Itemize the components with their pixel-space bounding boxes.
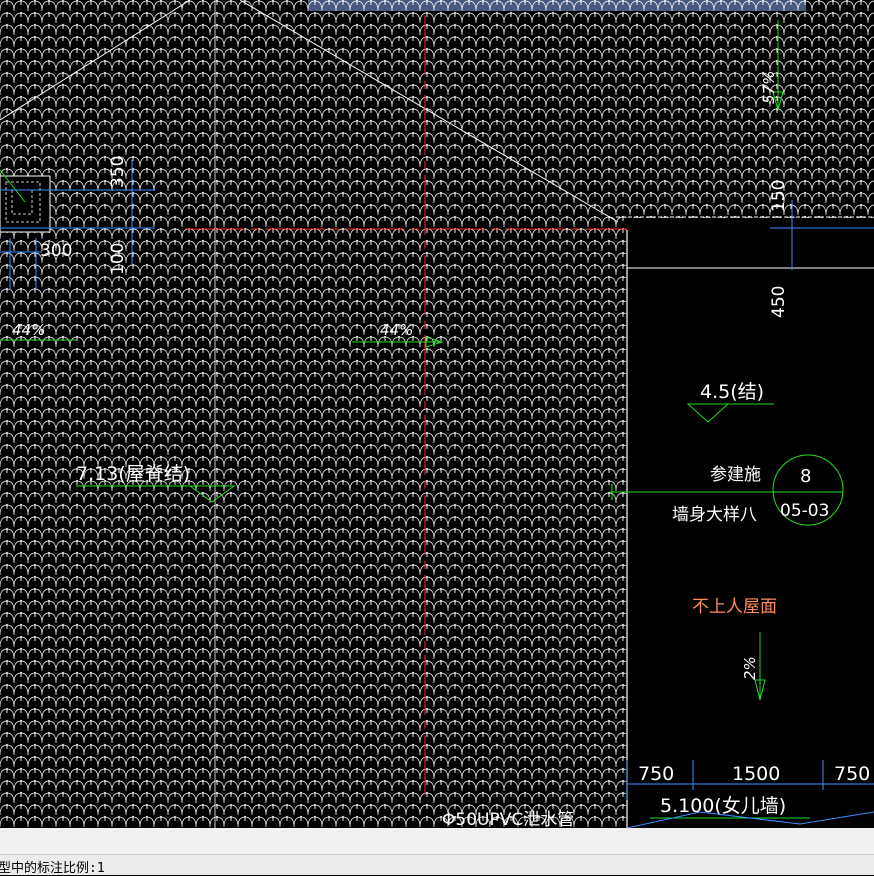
dim-300: 300 bbox=[40, 241, 72, 261]
dim-350: 350 bbox=[108, 156, 128, 188]
slope-left-label: 44% bbox=[12, 321, 45, 339]
slope-mid-label: 44% bbox=[380, 321, 413, 339]
elevation-structure: 4.5(结) bbox=[700, 381, 764, 403]
dim-750-right: 750 bbox=[834, 763, 870, 785]
drain-pipe-label: Φ50UPVC泄水管 bbox=[442, 810, 574, 828]
slope-flat-label: 2% bbox=[741, 656, 759, 680]
detail-ref-line1: 参建施 bbox=[710, 465, 761, 485]
column-outer bbox=[0, 175, 51, 233]
detail-sheet: 05-03 bbox=[780, 501, 829, 521]
command-status-bar[interactable] bbox=[0, 828, 874, 875]
command-line-text: 型中的标注比例:1 bbox=[0, 861, 105, 876]
detail-ref-line2: 墙身大样八 bbox=[672, 505, 757, 525]
roof-plan-drawing[interactable]: 350 100 300 44% 44% 57% 150 450 4.5(结) 7… bbox=[0, 0, 874, 828]
elevation-parapet: 5.100(女儿墙) bbox=[660, 795, 786, 817]
dim-750-left: 750 bbox=[638, 763, 674, 785]
detail-number: 8 bbox=[800, 466, 811, 487]
dim-150: 150 bbox=[769, 180, 789, 212]
roof-note: 不上人屋面 bbox=[692, 597, 777, 617]
cad-drawing-canvas[interactable]: 350 100 300 44% 44% 57% 150 450 4.5(结) 7… bbox=[0, 0, 874, 828]
slope-top-right-label: 57% bbox=[760, 71, 778, 104]
status-bar-divider bbox=[0, 828, 874, 855]
dim-450: 450 bbox=[769, 286, 789, 318]
elevation-ridge: 7.13(屋脊结) bbox=[76, 463, 190, 485]
dim-1500: 1500 bbox=[732, 763, 780, 785]
flat-roof-region bbox=[627, 268, 874, 828]
dim-100: 100 bbox=[108, 243, 128, 275]
